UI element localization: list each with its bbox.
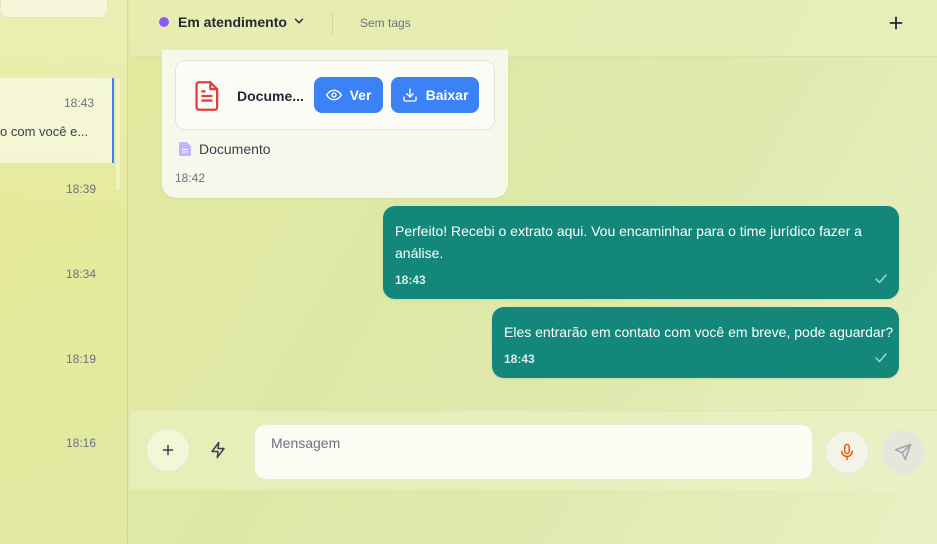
conversation-item[interactable]: 18:34 [0,255,114,315]
conversation-time: 18:39 [65,182,96,196]
document-icon [195,81,219,111]
chat-header: Em atendimento Sem tags [130,0,937,57]
message-time: 18:43 [504,352,535,366]
composer [130,410,937,490]
download-button[interactable]: Baixar [391,77,479,113]
status-dot [159,17,169,27]
eye-icon [325,89,342,101]
conversation-item[interactable]: 18:19 [0,341,114,401]
check-icon [875,274,887,284]
check-icon [875,353,887,363]
conversation-list: 18:43 o com você e... 18:39 18:34 18:19 … [0,0,128,544]
plus-icon[interactable] [885,12,907,34]
search-input[interactable] [0,0,108,18]
message-time: 18:42 [175,171,206,185]
download-button-label: Baixar [425,87,469,103]
download-icon [402,88,417,102]
attachment-caption-text: Documento [199,141,271,157]
attachment-name: Docume... [237,88,304,104]
conversation-time: 18:34 [65,267,96,281]
view-button[interactable]: Ver [314,77,383,113]
attachment-card: Docume... Ver Baixar [175,60,495,130]
header-divider [332,12,333,34]
tags-label[interactable]: Sem tags [360,16,411,30]
chevron-down-icon[interactable] [292,14,306,28]
message-input[interactable] [254,424,813,480]
lightning-icon [211,441,225,459]
view-button-label: Ver [349,87,372,103]
microphone-icon [841,443,853,461]
message-text: Perfeito! Recebi o extrato aqui. Vou enc… [395,223,862,261]
attachment-caption: Documento [179,141,271,157]
microphone-button[interactable] [825,430,869,474]
attach-button[interactable] [146,428,190,472]
conversation-time: 18:16 [65,436,96,450]
conversation-item-active[interactable]: 18:43 o com você e... [0,78,114,163]
message-incoming: Docume... Ver Baixar Documento 18:42 [162,50,508,198]
quick-reply-button[interactable] [196,428,240,472]
message-outgoing: Perfeito! Recebi o extrato aqui. Vou enc… [383,206,899,299]
conversation-item[interactable]: 18:39 [0,170,114,230]
file-icon [179,142,191,156]
scrollbar[interactable] [116,78,120,190]
send-button[interactable] [881,430,925,474]
message-text: Eles entrarão em contato com você em bre… [504,324,894,340]
conversation-time: 18:43 [63,96,94,110]
conversation-time: 18:19 [65,352,96,366]
status-dropdown-label[interactable]: Em atendimento [178,14,287,30]
conversation-preview: o com você e... [0,124,89,139]
send-icon [894,443,912,461]
conversation-item[interactable]: 18:16 [0,425,114,485]
message-time: 18:43 [395,273,426,287]
message-outgoing: Eles entrarão em contato com você em bre… [492,307,899,378]
plus-icon [162,444,174,456]
